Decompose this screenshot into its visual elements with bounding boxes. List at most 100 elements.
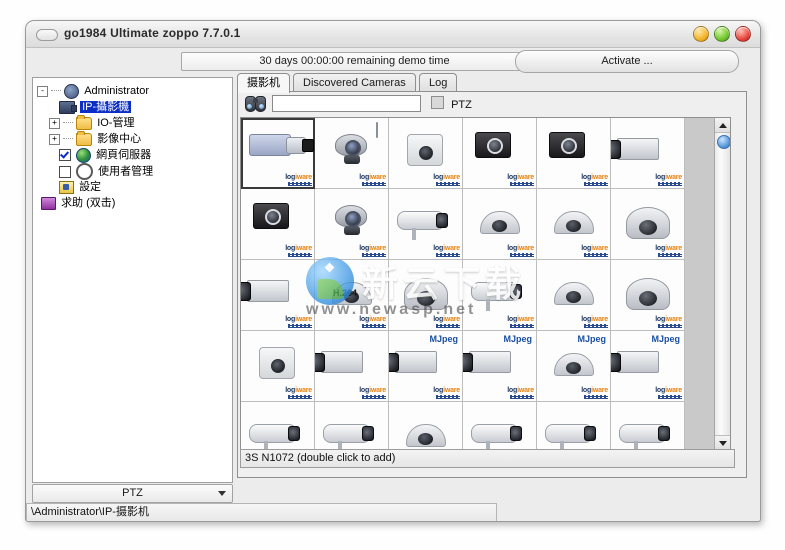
logiware-watermark: logiware (655, 245, 682, 257)
codec-badge: MJpeg (651, 334, 680, 344)
logiware-watermark: logiware (581, 316, 608, 328)
tree-item-video-center[interactable]: + 影像中心 (37, 130, 232, 147)
tree-item-web-server[interactable]: 網頁伺服器 (37, 147, 232, 163)
tree-item-ip-cameras[interactable]: IP-攝影機 (37, 99, 232, 115)
camera-thumbnail-image (397, 211, 448, 240)
tab-log[interactable]: Log (419, 73, 458, 92)
camera-thumbnail-image (315, 351, 363, 373)
camera-grid-cell[interactable] (241, 402, 315, 449)
maximize-button[interactable] (714, 26, 730, 42)
logiware-watermark: logiware (507, 245, 534, 257)
scroll-up-arrow-icon[interactable] (715, 118, 730, 133)
camera-grid-cell[interactable]: logiware (389, 260, 463, 331)
grid-vertical-scrollbar[interactable] (714, 118, 730, 449)
camera-grid-cell[interactable]: logiware (611, 189, 685, 260)
camera-grid-cell[interactable]: logiware (463, 118, 537, 189)
camera-grid-scroll-area[interactable]: logiware logiware logiware logiware logiware… (240, 117, 731, 450)
camera-grid-cell[interactable]: logiware (389, 118, 463, 189)
expander-icon[interactable]: + (49, 117, 60, 129)
folder-icon (76, 130, 93, 146)
camera-grid-cell[interactable]: logiware (315, 189, 389, 260)
tree-item-label: 影像中心 (97, 133, 142, 146)
scrollbar-thumb[interactable] (717, 135, 730, 149)
camera-thumbnail-image (249, 134, 314, 156)
camera-grid-cell[interactable]: logiware (463, 260, 537, 331)
camera-grid-cell[interactable]: logiware (463, 189, 537, 260)
logiware-watermark: logiware (507, 316, 534, 328)
checkbox-box[interactable] (431, 96, 444, 109)
camera-grid-cell[interactable] (611, 402, 685, 449)
camera-thumbnail-image (611, 351, 659, 373)
camera-grid-cell[interactable]: logiware (611, 118, 685, 189)
logiware-watermark: logiware (655, 316, 682, 328)
camera-grid-cell[interactable]: logiware (241, 189, 315, 260)
logiware-watermark: logiware (359, 387, 386, 399)
camera-thumbnail-image (335, 205, 367, 235)
camera-grid-cell[interactable] (537, 402, 611, 449)
camera-grid-cell[interactable]: MJpeg logiware (611, 331, 685, 402)
grid-status-bar: 3S N1072 (double click to add) (240, 449, 735, 468)
camera-grid-cell[interactable]: logiware (241, 118, 315, 189)
camera-grid-cell[interactable]: logiware (389, 189, 463, 260)
camera-grid-cell[interactable]: logiware (315, 118, 389, 189)
expander-icon[interactable]: - (37, 85, 48, 97)
camera-thumbnail-image (626, 207, 670, 239)
camera-thumbnail-image (480, 211, 520, 234)
license-bar: 30 days 00:00:00 remaining demo time Act… (26, 48, 760, 74)
tree-item-help[interactable]: 求助 (双击) (37, 195, 232, 211)
tree-item-administrator[interactable]: - Administrator (37, 83, 232, 99)
camera-grid-cell[interactable] (463, 402, 537, 449)
camera-grid-cell[interactable]: H.264 logiware (315, 260, 389, 331)
camera-grid-cell[interactable]: MJpeg logiware (537, 331, 611, 402)
application-window: go1984 Ultimate zoppo 7.7.0.1 30 days 00… (25, 20, 761, 522)
logiware-watermark: logiware (433, 316, 460, 328)
tree-checkbox[interactable] (59, 149, 71, 162)
camera-thumbnail-image (545, 424, 596, 449)
codec-badge: MJpeg (577, 334, 606, 344)
search-input-wrap[interactable] (272, 95, 421, 112)
close-button[interactable] (735, 26, 751, 42)
antenna-icon (376, 122, 378, 138)
camera-grid-cell[interactable] (389, 402, 463, 449)
minimize-button[interactable] (693, 26, 709, 42)
tab-cameras[interactable]: 摄影机 (237, 73, 290, 93)
camera-grid-cell[interactable]: MJpeg logiware (389, 331, 463, 402)
tree-item-user-management[interactable]: 使用者管理 (37, 163, 232, 180)
search-toolbar: PTZ (238, 92, 746, 116)
chevron-down-icon[interactable] (218, 491, 226, 496)
camera-grid-cell[interactable]: MJpeg logiware (463, 331, 537, 402)
window-menu-pill-icon[interactable] (36, 29, 58, 41)
camera-thumbnail-image (549, 132, 585, 158)
tree-checkbox[interactable] (59, 165, 71, 178)
navigation-tree: - Administrator IP-攝影機 + IO-管理 + 影像中心 網頁… (33, 78, 232, 211)
camera-thumbnail-image (471, 282, 522, 311)
camera-grid-cell[interactable]: logiware (315, 331, 389, 402)
camera-grid-cell[interactable]: logiware (537, 189, 611, 260)
camera-thumbnail-image (253, 203, 289, 229)
ptz-checkbox[interactable]: PTZ (431, 96, 472, 111)
tree-item-io-management[interactable]: + IO-管理 (37, 114, 232, 131)
tree-item-label: 設定 (79, 181, 102, 194)
title-bar[interactable]: go1984 Ultimate zoppo 7.7.0.1 (26, 21, 760, 48)
camera-grid-cell[interactable] (315, 402, 389, 449)
camera-grid-cell[interactable]: logiware (241, 260, 315, 331)
tree-item-label: IO-管理 (97, 117, 135, 130)
codec-badge: H.264 (333, 288, 358, 298)
tab-discovered-cameras[interactable]: Discovered Cameras (293, 73, 416, 92)
scroll-down-arrow-icon[interactable] (715, 435, 730, 449)
folder-icon (76, 114, 93, 130)
search-input[interactable] (276, 97, 419, 112)
camera-grid-cell[interactable]: logiware (241, 331, 315, 402)
tree-item-settings[interactable]: 設定 (37, 179, 232, 195)
camera-grid-cell[interactable]: logiware (537, 260, 611, 331)
logiware-watermark: logiware (655, 174, 682, 186)
navigation-tree-panel[interactable]: - Administrator IP-攝影機 + IO-管理 + 影像中心 網頁… (32, 77, 233, 483)
camera-grid-cell[interactable]: logiware (537, 118, 611, 189)
book-icon (41, 196, 56, 210)
camera-icon (59, 100, 77, 114)
expander-icon[interactable]: + (49, 133, 60, 145)
activate-button[interactable]: Activate ... (515, 50, 739, 73)
ptz-select[interactable]: PTZ (32, 484, 233, 503)
camera-grid-cell[interactable]: logiware (611, 260, 685, 331)
logiware-watermark: logiware (285, 316, 312, 328)
